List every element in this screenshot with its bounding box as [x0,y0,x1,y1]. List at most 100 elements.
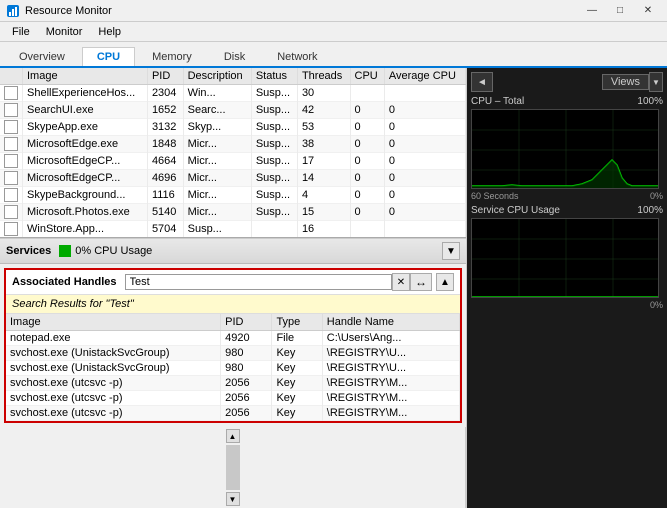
handles-clear-button[interactable]: ✕ [392,273,410,291]
process-table-container[interactable]: Image PID Description Status Threads CPU… [0,68,466,238]
row-status: Susp... [251,204,297,221]
maximize-button[interactable]: □ [607,2,633,20]
scroll-down-button[interactable]: ▼ [226,492,240,506]
handles-refresh-button[interactable]: ↔ [410,273,432,291]
row-desc: Susp... [183,221,251,238]
tab-overview[interactable]: Overview [4,47,80,66]
row-checkbox[interactable] [0,85,23,102]
table-row[interactable]: Microsoft.Photos.exe 5140 Micr... Susp..… [0,204,466,221]
list-item[interactable]: svchost.exe (UnistackSvcGroup) 980 Key \… [6,361,460,376]
row-checkbox[interactable] [0,102,23,119]
handles-search-area: ✕ ↔ [125,273,432,291]
handles-table-container[interactable]: Image PID Type Handle Name notepad.exe 4… [6,314,460,421]
row-checkbox[interactable] [0,187,23,204]
row-pid: 1652 [147,102,183,119]
right-top-bar: ◄ Views ▼ [471,72,663,92]
menu-monitor[interactable]: Monitor [38,24,91,40]
row-threads: 17 [297,153,350,170]
table-row[interactable]: ShellExperienceHos... 2304 Win... Susp..… [0,85,466,102]
col-handle-image[interactable]: Image [6,314,221,331]
list-item[interactable]: notepad.exe 4920 File C:\Users\Ang... [6,331,460,346]
close-button[interactable]: ✕ [635,2,661,20]
views-label-button[interactable]: Views [602,74,649,90]
views-dropdown-button[interactable]: ▼ [649,72,663,92]
handle-type: Key [272,391,322,406]
col-cpu[interactable]: CPU [350,68,384,85]
row-status: Susp... [251,136,297,153]
tab-network[interactable]: Network [262,47,332,66]
row-cpu [350,85,384,102]
col-image[interactable]: Image [23,68,148,85]
cpu-usage-badge: 0% CPU Usage [59,245,152,257]
table-row[interactable]: MicrosoftEdgeCP... 4696 Micr... Susp... … [0,170,466,187]
handles-collapse-button[interactable]: ▲ [436,273,454,291]
right-nav-button[interactable]: ◄ [471,72,493,92]
handle-type: Key [272,406,322,421]
col-pid[interactable]: PID [147,68,183,85]
tab-memory[interactable]: Memory [137,47,207,66]
row-checkbox[interactable] [0,204,23,221]
col-desc[interactable]: Description [183,68,251,85]
row-avgcpu: 0 [384,119,465,136]
row-pid: 1116 [147,187,183,204]
table-row[interactable]: SkypeBackground... 1116 Micr... Susp... … [0,187,466,204]
menu-help[interactable]: Help [90,24,129,40]
table-row[interactable]: MicrosoftEdgeCP... 4664 Micr... Susp... … [0,153,466,170]
handle-name: \REGISTRY\U... [322,361,459,376]
row-desc: Micr... [183,204,251,221]
list-item[interactable]: svchost.exe (UnistackSvcGroup) 980 Key \… [6,346,460,361]
services-collapse-button[interactable]: ▼ [442,242,460,260]
cpu-total-max-pct: 100% [637,96,663,107]
tab-disk[interactable]: Disk [209,47,260,66]
row-checkbox[interactable] [0,170,23,187]
handles-header: Associated Handles ✕ ↔ ▲ [6,270,460,295]
table-row[interactable]: SkypeApp.exe 3132 Skyp... Susp... 53 0 0 [0,119,466,136]
scroll-up-button[interactable]: ▲ [226,429,240,443]
table-row[interactable]: SearchUI.exe 1652 Searc... Susp... 42 0 … [0,102,466,119]
service-cpu-chart-canvas [471,218,659,298]
row-cpu: 0 [350,102,384,119]
col-handle-pid[interactable]: PID [221,314,272,331]
col-status[interactable]: Status [251,68,297,85]
cpu-total-chart-title: CPU – Total [471,96,524,107]
minimize-button[interactable]: — [579,2,605,20]
list-item[interactable]: svchost.exe (utcsvc -p) 2056 Key \REGIST… [6,391,460,406]
handle-image: svchost.exe (UnistackSvcGroup) [6,346,221,361]
row-image: MicrosoftEdge.exe [23,136,148,153]
tab-cpu[interactable]: CPU [82,47,135,66]
list-item[interactable]: svchost.exe (utcsvc -p) 2056 Key \REGIST… [6,376,460,391]
row-status: Susp... [251,153,297,170]
row-checkbox[interactable] [0,221,23,238]
row-checkbox[interactable] [0,136,23,153]
row-status [251,221,297,238]
col-handle-type[interactable]: Type [272,314,322,331]
col-threads[interactable]: Threads [297,68,350,85]
cpu-total-title-row: CPU – Total 100% [471,96,663,107]
row-status: Susp... [251,170,297,187]
menu-file[interactable]: File [4,24,38,40]
row-cpu: 0 [350,187,384,204]
title-bar: Resource Monitor — □ ✕ [0,0,667,22]
services-section-header[interactable]: Services 0% CPU Usage ▼ [0,238,466,264]
table-row[interactable]: WinStore.App... 5704 Susp... 16 [0,221,466,238]
handles-search-input[interactable] [125,274,392,290]
handle-type: Key [272,376,322,391]
col-handle-name[interactable]: Handle Name [322,314,459,331]
app-icon [6,4,20,18]
row-checkbox[interactable] [0,119,23,136]
row-checkbox[interactable] [0,153,23,170]
cpu-total-time-label: 60 Seconds [471,191,519,201]
col-avgcpu[interactable]: Average CPU [384,68,465,85]
table-row[interactable]: MicrosoftEdge.exe 1848 Micr... Susp... 3… [0,136,466,153]
row-image: SearchUI.exe [23,102,148,119]
cpu-total-pct-label: 0% [650,191,663,201]
tab-bar: Overview CPU Memory Disk Network [0,42,667,68]
window-controls: — □ ✕ [579,2,661,20]
row-status: Susp... [251,119,297,136]
service-cpu-max-pct: 100% [637,205,663,216]
row-avgcpu: 0 [384,136,465,153]
handle-pid: 2056 [221,391,272,406]
list-item[interactable]: svchost.exe (utcsvc -p) 2056 Key \REGIST… [6,406,460,421]
row-pid: 4664 [147,153,183,170]
row-pid: 1848 [147,136,183,153]
